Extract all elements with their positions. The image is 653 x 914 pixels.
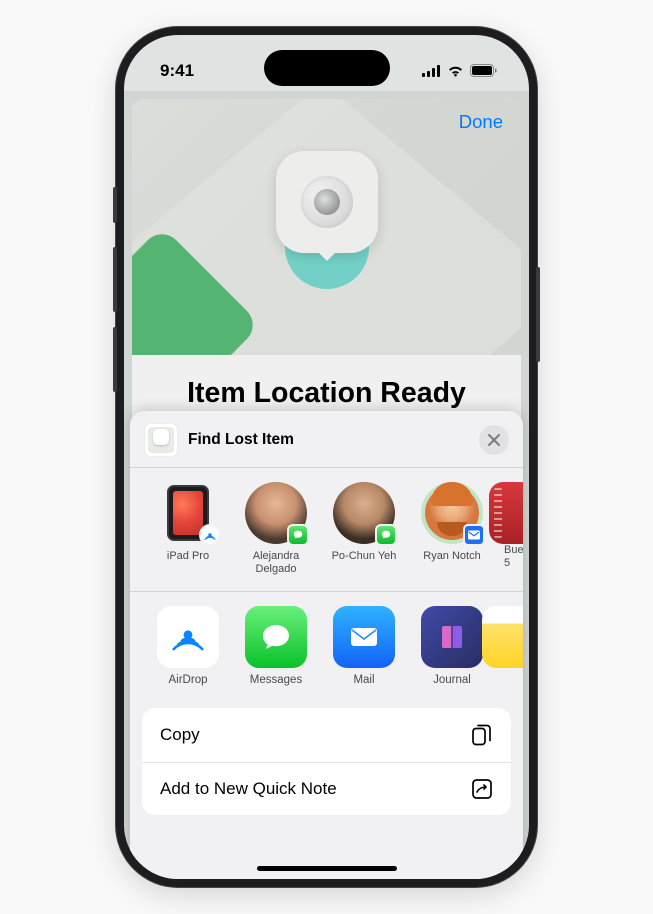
wifi-icon xyxy=(447,65,464,77)
app-label: Journal xyxy=(433,674,471,686)
share-contacts-row[interactable]: iPad Pro Alejandra Delgado xyxy=(130,468,523,592)
volume-up-button xyxy=(113,247,117,312)
contact-label: iPad Pro xyxy=(148,550,228,564)
map-preview: Done xyxy=(132,99,521,355)
airdrop-badge-icon xyxy=(199,524,221,546)
share-actions-list: Copy Add to New Quick Note xyxy=(142,708,511,815)
share-target-contact[interactable]: Ryan Notch xyxy=(410,482,494,578)
dynamic-island xyxy=(264,50,390,86)
share-app-partial[interactable] xyxy=(498,606,523,686)
action-add-quick-note[interactable]: Add to New Quick Note xyxy=(142,762,511,815)
close-icon xyxy=(488,434,500,446)
app-label: AirDrop xyxy=(169,674,208,686)
share-app-mail[interactable]: Mail xyxy=(322,606,406,686)
share-sheet: Find Lost Item iPad Pro xyxy=(130,411,523,879)
quick-note-icon xyxy=(471,778,493,800)
share-apps-row[interactable]: AirDrop Messages Mail xyxy=(130,592,523,700)
battery-icon xyxy=(470,64,497,77)
app-label: Mail xyxy=(353,674,374,686)
messages-icon xyxy=(245,606,307,668)
app-label: Messages xyxy=(250,674,302,686)
power-button xyxy=(536,267,540,362)
share-app-messages[interactable]: Messages xyxy=(234,606,318,686)
copy-icon xyxy=(471,723,493,747)
messages-badge-icon xyxy=(375,524,397,546)
notes-icon xyxy=(482,606,523,668)
airdrop-icon xyxy=(157,606,219,668)
ipad-device-icon xyxy=(157,482,219,544)
home-indicator[interactable] xyxy=(257,866,397,871)
action-label: Copy xyxy=(160,725,200,745)
avatar xyxy=(245,482,307,544)
contact-label: Po-Chun Yeh xyxy=(324,550,404,564)
mail-icon xyxy=(333,606,395,668)
share-sheet-title: Find Lost Item xyxy=(188,431,469,449)
share-target-ipad-pro[interactable]: iPad Pro xyxy=(146,482,230,578)
iphone-frame: 9:41 Done Item Location Ready xyxy=(116,27,537,887)
contact-label: Alejandra Delgado xyxy=(236,550,316,578)
contact-label: Buen 5 xyxy=(500,544,523,572)
status-time: 9:41 xyxy=(160,61,194,81)
side-button xyxy=(113,187,117,223)
avatar xyxy=(421,482,483,544)
cellular-icon xyxy=(422,65,441,77)
avatar xyxy=(333,482,395,544)
action-copy[interactable]: Copy xyxy=(142,708,511,762)
share-link-thumbnail xyxy=(144,423,178,457)
messages-badge-icon xyxy=(287,524,309,546)
contact-label: Ryan Notch xyxy=(412,550,492,564)
share-target-contact[interactable]: Alejandra Delgado xyxy=(234,482,318,578)
screen: 9:41 Done Item Location Ready xyxy=(124,35,529,879)
journal-icon xyxy=(421,606,483,668)
share-target-contact[interactable]: Po-Chun Yeh xyxy=(322,482,406,578)
close-button[interactable] xyxy=(479,425,509,455)
share-target-partial[interactable]: Buen 5 xyxy=(498,482,523,578)
share-sheet-header: Find Lost Item xyxy=(130,411,523,467)
done-button[interactable]: Done xyxy=(459,111,503,133)
volume-down-button xyxy=(113,327,117,392)
action-label: Add to New Quick Note xyxy=(160,779,337,799)
app-tile-icon xyxy=(489,482,523,544)
share-app-airdrop[interactable]: AirDrop xyxy=(146,606,230,686)
mail-badge-icon xyxy=(463,524,485,546)
airtag-icon xyxy=(276,151,378,253)
item-pin xyxy=(276,151,378,253)
